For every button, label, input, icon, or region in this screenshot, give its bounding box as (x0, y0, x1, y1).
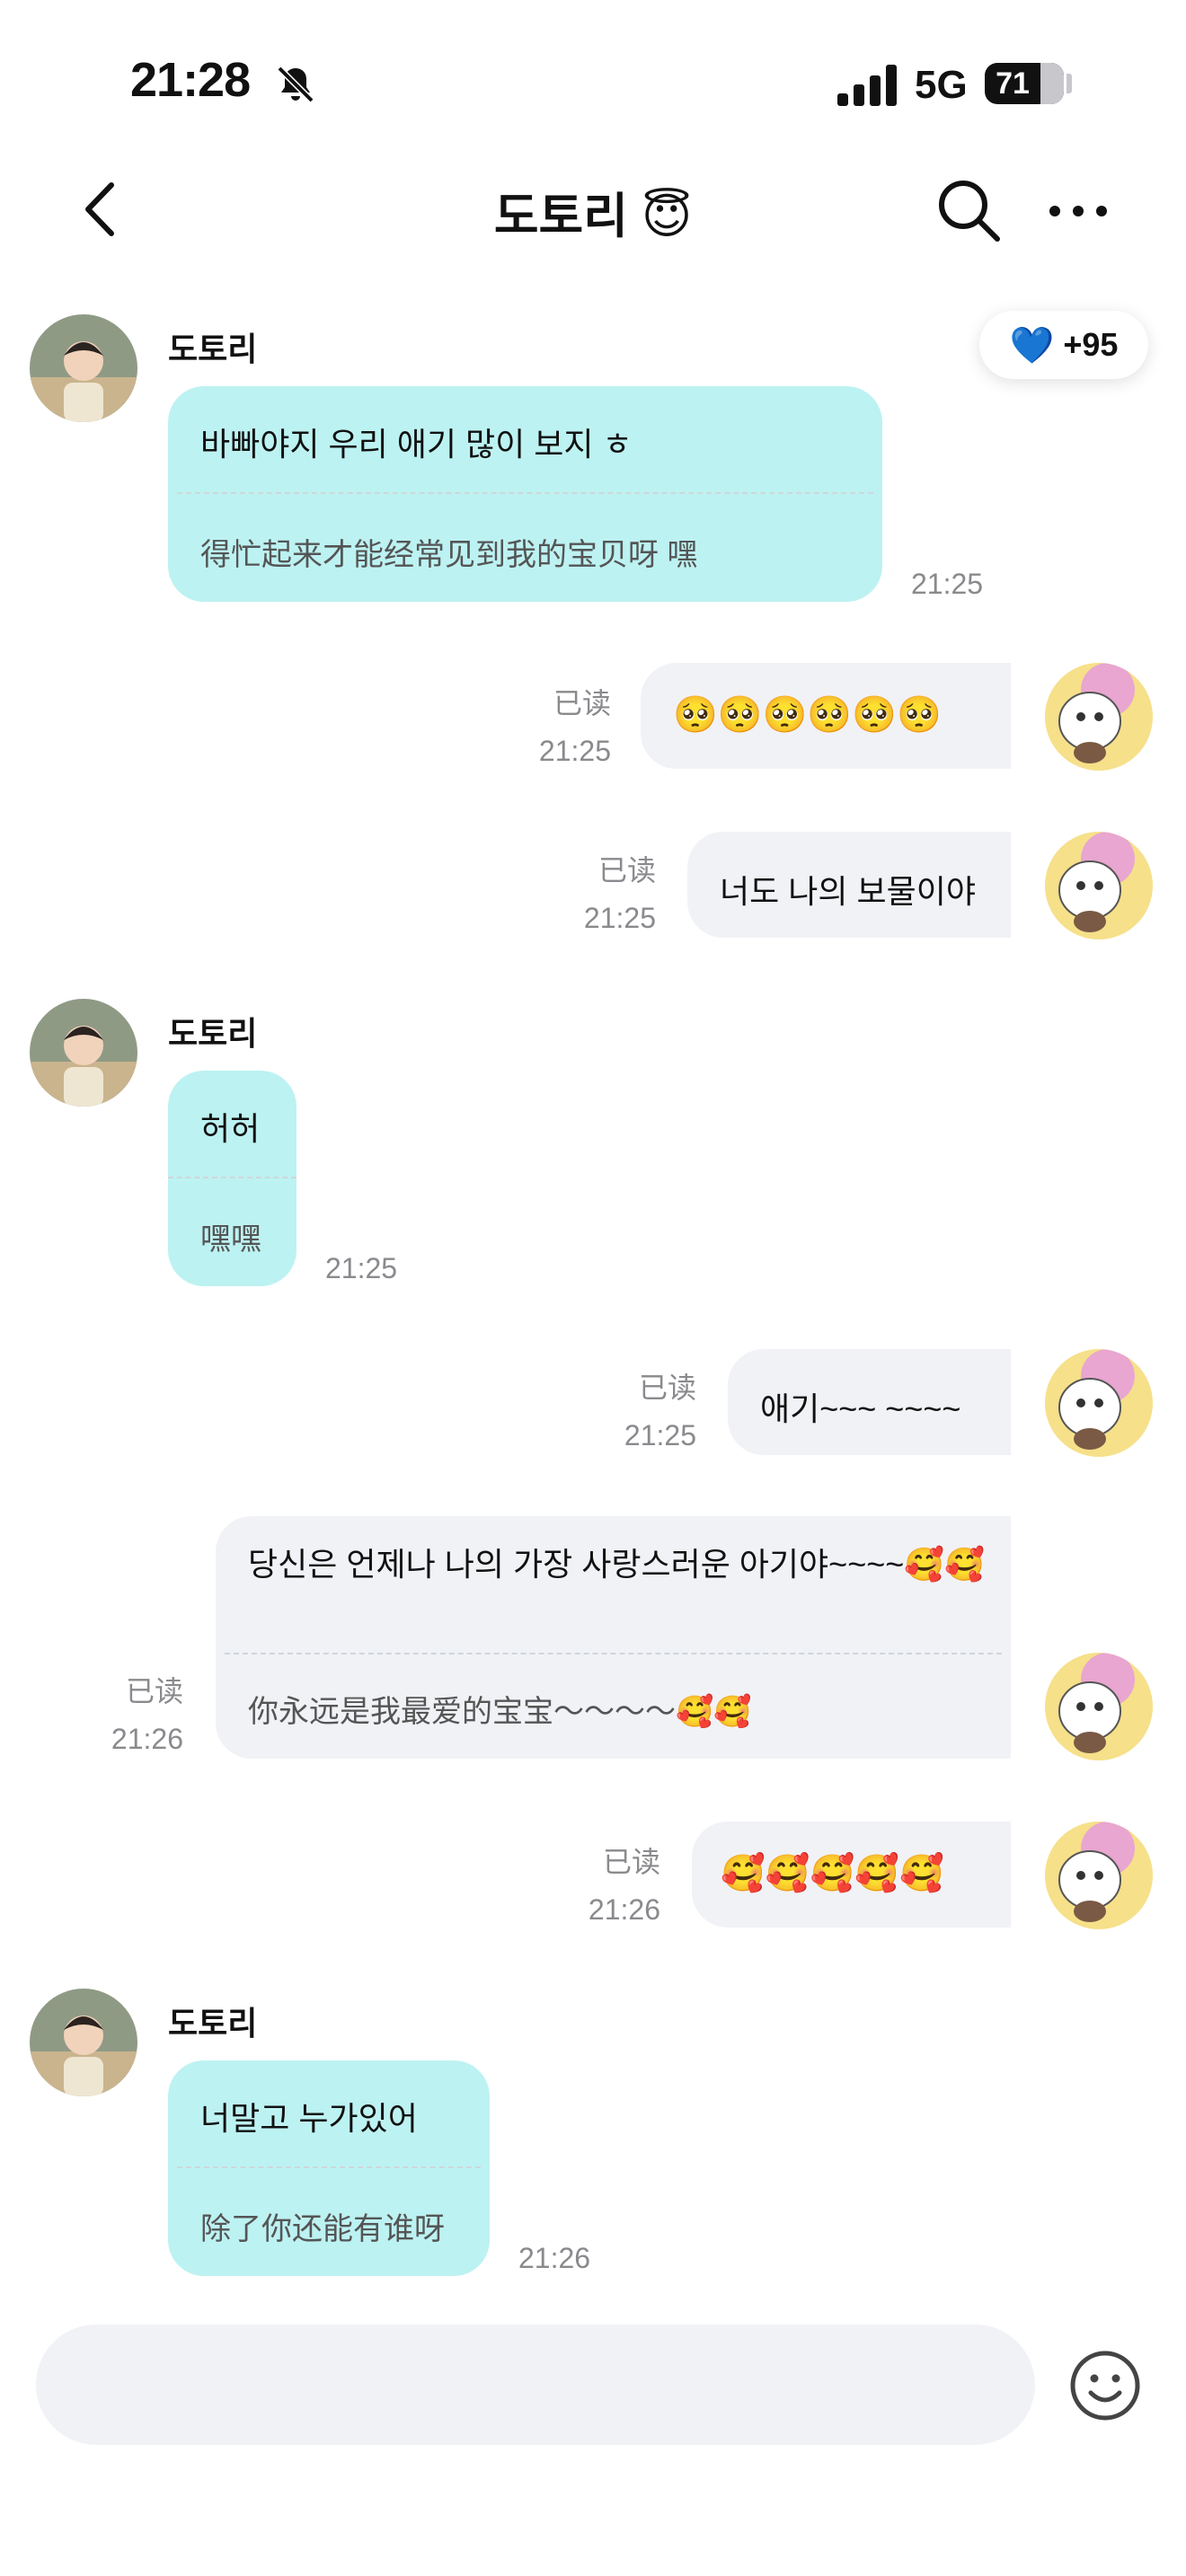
my-avatar[interactable] (1045, 663, 1153, 771)
outgoing-message-bubble[interactable]: 너도 나의 보물이야 (687, 832, 1011, 938)
signal-icon (837, 65, 897, 106)
contact-avatar[interactable] (30, 1989, 137, 2096)
message-time: 21:26 (111, 1723, 183, 1755)
sender-name: 도토리 (168, 331, 258, 367)
sender-name: 도토리 (168, 1015, 258, 1052)
emoji-icon[interactable] (1067, 2348, 1143, 2423)
intimacy-value: +95 (1063, 326, 1119, 363)
message-text: 너도 나의 보물이야 (720, 873, 976, 910)
sender-name: 도토리 (168, 2005, 258, 2042)
translation-divider (168, 1177, 296, 1178)
my-avatar[interactable] (1045, 1349, 1153, 1457)
chat-title: 도토리 😇 (493, 190, 693, 243)
incoming-message-bubble[interactable]: 바빠야지 우리 애기 많이 보지 ㅎ 得忙起来才能经常见到我的宝贝呀 嘿 (168, 386, 882, 602)
message-time: 21:25 (538, 735, 611, 767)
message-text: 당신은 언제나 나의 가장 사랑스러운 아기야~~~~🥰🥰 (248, 1546, 985, 1583)
message-text: 🥰🥰🥰🥰🥰 (721, 1854, 945, 1893)
outgoing-message-bubble[interactable]: 애기~~~ ~~~~ (728, 1349, 1011, 1455)
bell-muted-icon (277, 66, 314, 103)
intimacy-badge[interactable]: 💙 +95 (979, 311, 1148, 379)
my-avatar[interactable] (1045, 1653, 1153, 1760)
translation-divider (225, 1653, 1002, 1654)
search-icon[interactable] (934, 176, 1003, 244)
message-time: 21:25 (911, 568, 984, 600)
read-status: 已读 (125, 1675, 183, 1707)
message-input[interactable] (36, 2325, 1035, 2445)
my-avatar[interactable] (1045, 1822, 1153, 1929)
message-text: 🥺🥺🥺🥺🥺🥺 (673, 695, 942, 735)
heart-icon: 💙 (1009, 325, 1055, 366)
read-status: 已读 (638, 1372, 696, 1404)
contact-avatar[interactable] (30, 999, 137, 1107)
incoming-message-bubble[interactable]: 너말고 누가있어 除了你还能有谁呀 (168, 2060, 490, 2276)
read-status: 已读 (602, 1846, 660, 1878)
message-text: 애기~~~ ~~~~ (760, 1390, 961, 1427)
outgoing-message-bubble[interactable]: 🥺🥺🥺🥺🥺🥺 (641, 663, 1011, 769)
message-translation: 嘿嘿 (200, 1222, 261, 1257)
battery-level: 71 (996, 66, 1030, 101)
message-time: 21:25 (624, 1419, 696, 1451)
more-options-icon[interactable] (1044, 184, 1112, 238)
read-status: 已读 (597, 854, 656, 887)
message-text: 너말고 누가있어 (200, 2100, 418, 2137)
read-status: 已读 (553, 687, 611, 719)
back-button[interactable] (72, 178, 126, 241)
message-text: 바빠야지 우리 애기 많이 보지 ㅎ (200, 426, 633, 463)
status-time: 21:28 (130, 53, 251, 107)
message-time: 21:25 (325, 1252, 398, 1284)
outgoing-message-bubble[interactable]: 🥰🥰🥰🥰🥰 (692, 1822, 1011, 1928)
message-translation: 除了你还能有谁呀 (200, 2212, 445, 2246)
translation-divider (177, 492, 873, 494)
message-text: 허허 (200, 1110, 261, 1147)
battery-icon: 71 (985, 63, 1064, 104)
message-time: 21:26 (518, 2242, 591, 2274)
message-time: 21:25 (583, 902, 656, 934)
contact-avatar[interactable] (30, 314, 137, 422)
my-avatar[interactable] (1045, 832, 1153, 940)
outgoing-message-bubble[interactable]: 당신은 언제나 나의 가장 사랑스러운 아기야~~~~🥰🥰 你永远是我最爱的宝宝… (216, 1516, 1011, 1759)
message-time: 21:26 (588, 1893, 660, 1926)
battery-nub (1067, 74, 1072, 93)
incoming-message-bubble[interactable]: 허허 嘿嘿 (168, 1071, 296, 1286)
message-translation: 你永远是我最爱的宝宝～～～～🥰🥰 (248, 1695, 752, 1729)
network-type: 5G (915, 63, 968, 107)
message-translation: 得忙起来才能经常见到我的宝贝呀 嘿 (200, 538, 698, 572)
translation-divider (177, 2166, 481, 2168)
